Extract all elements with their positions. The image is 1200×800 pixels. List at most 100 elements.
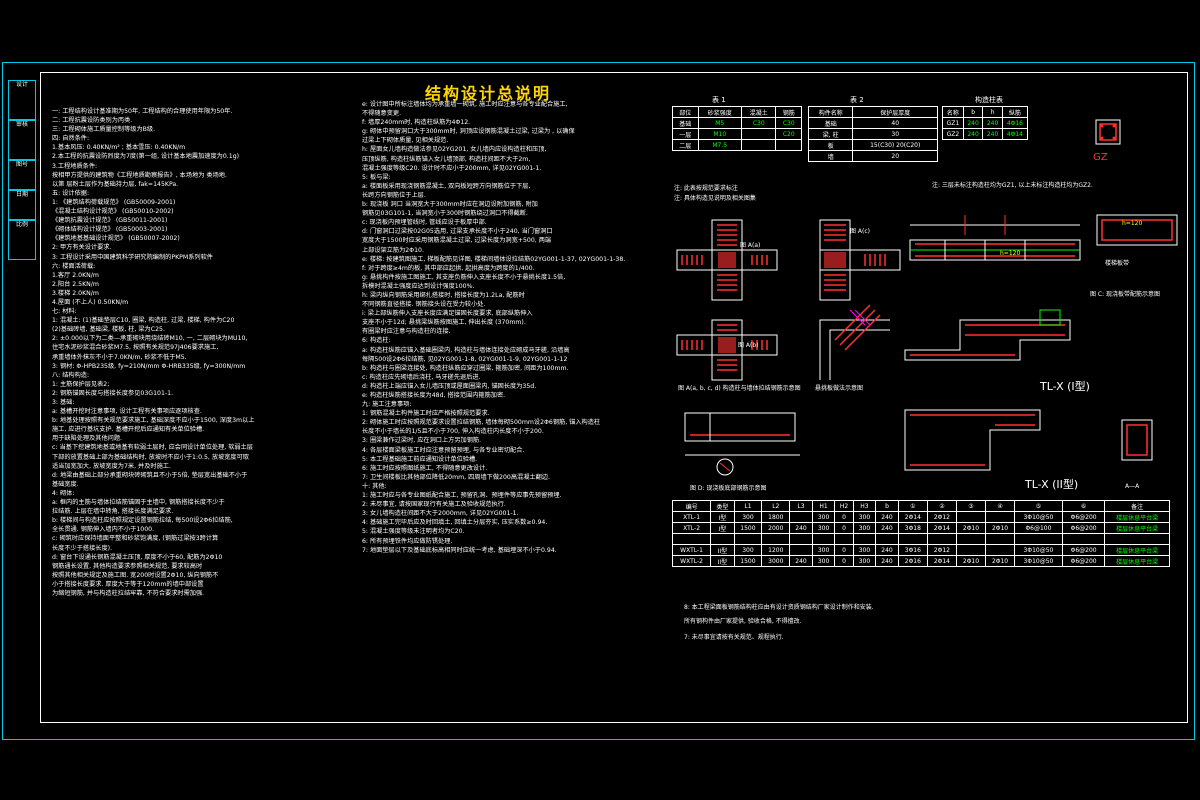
- table-row: XTL-2 I型 1500 2000 240 300 0 300 240 3Φ18 2Φ14 2Φ10…: [671, 522, 1170, 534]
- table-cell: II型: [710, 555, 735, 567]
- table-cell: II型: [710, 544, 735, 556]
- table-header-cell: 名称: [942, 106, 964, 118]
- note-line: 3: 钢材: Φ-HPB235级, fy=210N/mm Φ-HRB335级, …: [52, 362, 246, 370]
- table-cell: [740, 128, 777, 140]
- figure-a-drawing: [676, 219, 778, 381]
- table-cell: 2Φ10: [984, 555, 1016, 567]
- table-cell: 楼层休息平台梁: [1104, 522, 1170, 534]
- table-header-cell: b: [875, 500, 899, 512]
- table-cell: 2000: [761, 522, 791, 534]
- fig-a-caption: 图 A(a, b, c, d) 构造柱与墙体拉结钢筋示意图: [678, 385, 801, 392]
- note-line: 《混凝土结构设计规范》 (GB50010-2002): [52, 208, 174, 216]
- note-line: 住宅水泥砂浆混合砂浆M7.5, 按照有关规范97J406要求施工,: [52, 344, 219, 352]
- table-header-cell: 部位: [672, 106, 699, 118]
- note-line: 3: 女儿墙构造柱间距不大于2000mm, 详见02YG001-1.: [362, 510, 519, 518]
- note-line: 2: 钢筋锚固长度与搭接长度参见03G101-1.: [52, 389, 174, 397]
- stair-beam-table: 编号 类型 L1 L2 L3 H1 H2 H3 b ① ② ③ ④ ⑤ ⑥ 备注 XTL-1 I型 300 1800 3…: [671, 500, 1170, 567]
- table-cell: 300: [852, 555, 877, 567]
- table-header-cell: b: [962, 106, 984, 118]
- table-cell: 240: [789, 522, 813, 534]
- table1-title: 表 1: [712, 96, 726, 104]
- note-line: 一: 工程结构设计基准期为50年, 工程结构的合理使用年限为50年.: [52, 108, 233, 115]
- table-cell: 2Φ14: [926, 555, 957, 567]
- table-row: [671, 533, 1170, 545]
- note-line: 承重墙体外抹灰不小于7.0KN/m, 砂浆不低于M5.: [52, 353, 187, 361]
- table-cell: 300: [733, 544, 763, 556]
- table1-note: 注: 具体构造见说明及相关图集: [674, 195, 756, 202]
- table-cell: 40: [852, 117, 938, 129]
- table-cell: 3Φ10@50: [1014, 511, 1063, 523]
- note-line: d: 构造柱上端应锚入女儿墙压顶或屋面圈梁内, 锚固长度为35d.: [362, 382, 537, 390]
- note-line: 基础宽度.: [52, 480, 79, 488]
- table-cell: GZ1: [942, 117, 964, 129]
- table-cell: 240: [875, 522, 899, 534]
- note-line: 3.工程地质条件:: [52, 162, 98, 170]
- table-cell: 3Φ18: [897, 522, 928, 534]
- table-cell: 0: [834, 511, 854, 523]
- table-cell: 一层: [672, 128, 699, 140]
- note-line: f: 对于跨度≥4m的板, 其中部应起拱, 起拱高度为跨度的1/400.: [362, 264, 535, 272]
- table-cell: 楼层休息平台梁: [1104, 555, 1170, 567]
- note-line: c: 当基下挖建筑地基或地基有软弱土层时, 应会同设计单位处理, 软弱土层: [52, 444, 253, 452]
- note-line: 八: 结构构造:: [52, 371, 90, 379]
- table-cell: 240: [875, 511, 899, 523]
- note-line: a: 构造柱纵筋应锚入基础圈梁内, 构造柱与墙体连接处应砌成马牙槎, 沿墙高: [362, 346, 570, 354]
- table-cell: [1104, 533, 1170, 545]
- stair-slab-drawing: [1096, 214, 1178, 246]
- note-line: 五: 设计依据:: [52, 189, 90, 197]
- table-cell: I型: [710, 522, 735, 534]
- table-cell: 楼层休息平台梁: [1104, 511, 1170, 523]
- table3-title: 构造柱表: [975, 96, 1003, 104]
- note-line: b: 楼梯间与构造柱应按照规定设置钢筋拉结, 每500设2Φ6拉结筋,: [52, 517, 233, 525]
- table-cell: 4Φ14: [1001, 128, 1029, 140]
- table-cell: Φ6@100: [1014, 522, 1063, 534]
- note-line: i: 梁上部纵筋伸入支座长度应满足锚固长度要求, 底部纵筋伸入: [362, 310, 533, 318]
- cantilever-slab-drawing: [819, 304, 890, 380]
- note-line: 拆模时混凝土强度应达到设计强度100%.: [362, 282, 475, 290]
- table2: 构件名称 保护层厚度 基础 40 梁, 柱 30 板 15(C30) 20(C20) 墙…: [807, 106, 938, 162]
- tl-type1-label: TL-X (I型): [1040, 380, 1090, 393]
- note-line: 全长贯通. 钢筋伸入墙内不小于1000.: [52, 526, 155, 534]
- table-cell: [897, 533, 928, 545]
- fig-b-label: 图 A(b): [738, 342, 759, 349]
- table-cell: 墙: [807, 150, 854, 162]
- table-cell: [984, 544, 1016, 556]
- note-line: 5: 板与梁:: [362, 173, 391, 181]
- note-line: 1: 主筋保护层见表2;: [52, 380, 110, 388]
- table-cell: 1500: [733, 555, 763, 567]
- table-cell: C30: [775, 117, 802, 129]
- drawing-sheet: { "title": "结构设计总说明", "title_block": ["设…: [0, 0, 1200, 800]
- table-cell: [926, 533, 957, 545]
- table2-title: 表 2: [850, 96, 864, 104]
- table-cell: 240: [875, 555, 899, 567]
- note-line: 3: 圈梁兼作过梁时, 应在洞口上方另加钢筋.: [362, 437, 482, 445]
- note-line: 长跨方向钢筋位于上层.: [362, 191, 426, 199]
- table-cell: 2Φ12: [926, 511, 957, 523]
- table3-note: 注: 三层未标注构造柱均为GZ1, 以上未标注构造柱均为GZ2.: [932, 182, 1093, 189]
- note-line: 3: 工程设计采用中国建筑科学研究院编制的PKPM系列软件: [52, 253, 213, 261]
- fig-b-caption: 悬挑板做法示意图: [815, 385, 864, 392]
- note-line: 按相甲方提供的建筑物《工程地质勘察报告》, 本场地为 类场地.: [52, 171, 227, 179]
- table-cell: 3Φ10@50: [1014, 544, 1063, 556]
- table-cell: 3Φ10@50: [1014, 555, 1063, 567]
- note-line: 6: 施工时应按照图纸施工, 不得随意更改设计.: [362, 464, 488, 472]
- note-line: 6: 构造柱:: [362, 337, 391, 345]
- note-line: 钢筋通长设置, 其他构造要求参照相关规范, 要求较高时: [52, 562, 203, 570]
- gz-label: GZ: [1093, 152, 1108, 163]
- note-line: 《建筑抗震设计规范》 (GB50011-2001): [52, 217, 168, 225]
- table-cell: [671, 533, 712, 545]
- note-line: e: 构造柱纵筋搭接长度为48d, 搭接范围内箍筋加密.: [362, 392, 506, 399]
- table-row: WXTL-2 II型 1500 3000 240 300 0 300 240 2Φ16 2Φ14 2Φ…: [671, 555, 1170, 567]
- table-cell: Φ6@200: [1061, 544, 1106, 556]
- title-block-cell: 设计: [8, 80, 36, 120]
- table-header-cell: ③: [955, 500, 987, 512]
- title-block-cell: 审核: [8, 120, 36, 160]
- table-cell: 300: [852, 544, 877, 556]
- table-cell: 基础: [672, 117, 699, 129]
- table-cell: [955, 544, 987, 556]
- note-line: 用于缺陷处理及其他问题.: [52, 435, 123, 443]
- note-line: 长度不少于搭接长度).: [52, 544, 113, 552]
- table-cell: [875, 533, 899, 545]
- note-line: b: 现浇板 洞口 当洞宽大于300mm时应在洞边设附加钢筋, 附加: [362, 201, 538, 209]
- table-cell: [834, 533, 854, 545]
